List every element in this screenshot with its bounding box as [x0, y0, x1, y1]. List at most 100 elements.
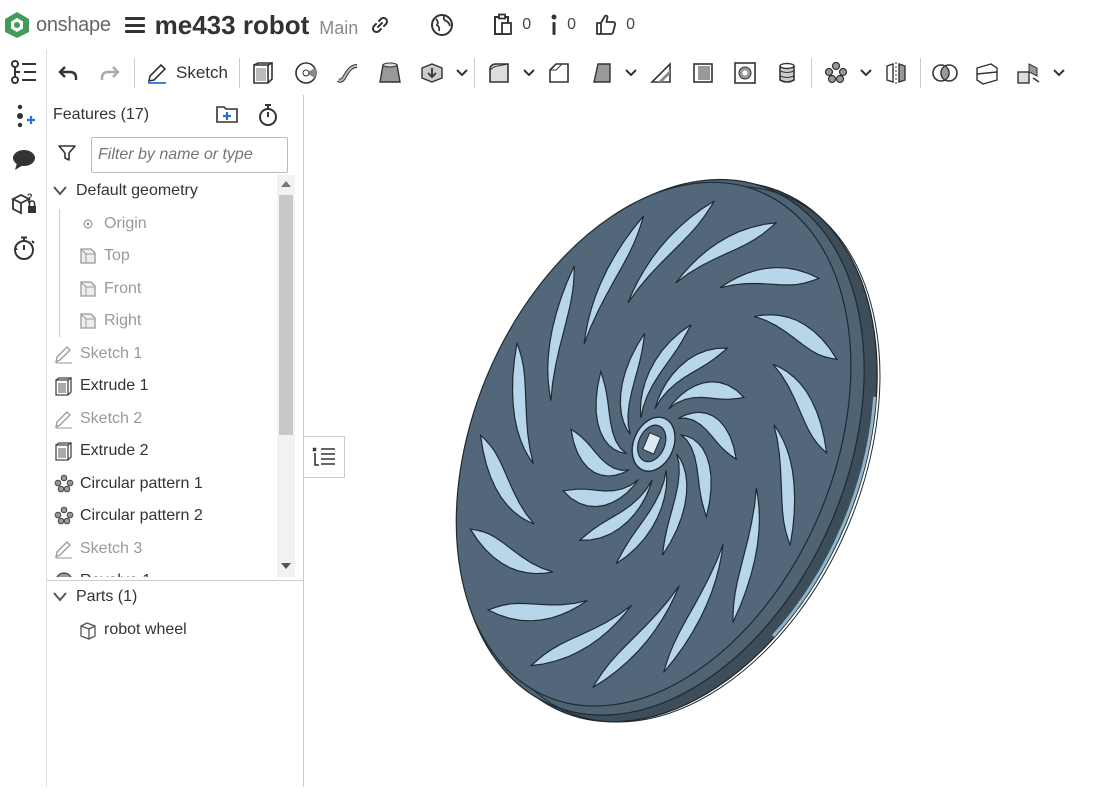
- undo-icon: [58, 65, 78, 80]
- feature-item-right[interactable]: Right: [47, 305, 277, 338]
- sketch-label: Sketch: [176, 62, 228, 82]
- feature-label: Circular pattern 1: [80, 474, 203, 492]
- rib-icon: [650, 61, 671, 83]
- point-add-icon: [16, 104, 35, 128]
- mirror-button[interactable]: [875, 55, 917, 91]
- pattern-dropdown[interactable]: [857, 68, 875, 77]
- hole-button[interactable]: [724, 55, 766, 91]
- fillet-button[interactable]: [478, 55, 520, 91]
- comment-icon: [12, 150, 35, 170]
- feature-item-sketch-3[interactable]: Sketch 3: [47, 533, 277, 566]
- fillet-icon: [489, 62, 509, 83]
- thumbs-up-icon: [596, 14, 617, 35]
- feature-item-origin[interactable]: Origin: [47, 208, 277, 241]
- filter-input[interactable]: [91, 137, 288, 173]
- rollback-stopwatch-icon[interactable]: [257, 103, 279, 127]
- feature-item-top[interactable]: Top: [47, 240, 277, 273]
- main-menu-button[interactable]: [124, 17, 145, 33]
- svg-text:?: ?: [27, 192, 33, 202]
- history-button[interactable]: [0, 226, 47, 270]
- revolve-button[interactable]: [285, 55, 327, 91]
- chevron-down-icon[interactable]: [53, 186, 67, 196]
- sketch-button[interactable]: Sketch: [138, 55, 236, 91]
- scroll-thumb[interactable]: [279, 195, 293, 435]
- feature-label: Origin: [104, 214, 147, 232]
- revolve-icon: [295, 61, 317, 84]
- extrude-icon: [253, 61, 273, 84]
- thicken-icon: [421, 62, 443, 83]
- redo-button[interactable]: [89, 55, 131, 91]
- scroll-up-arrow[interactable]: [281, 181, 291, 187]
- transform-button[interactable]: [1008, 55, 1050, 91]
- feature-item-sketch-2[interactable]: Sketch 2: [47, 403, 277, 436]
- feature-tree-scrollbar[interactable]: [277, 175, 295, 577]
- filter-icon[interactable]: [57, 143, 77, 168]
- toolbar-separator: [473, 57, 475, 88]
- parts-lock-button[interactable]: ?: [0, 182, 47, 226]
- feature-item-revolve-1[interactable]: Revolve 1: [47, 565, 277, 577]
- cylinder-button[interactable]: [766, 55, 808, 91]
- chamfer-button[interactable]: [538, 55, 580, 91]
- sketch-icon: [53, 409, 75, 429]
- graphics-viewport[interactable]: [304, 95, 1097, 787]
- parts-group[interactable]: Parts (1): [47, 581, 303, 614]
- feature-item-front[interactable]: Front: [47, 273, 277, 306]
- likes-stat[interactable]: 0: [594, 13, 635, 37]
- pencil-icon: [147, 63, 167, 84]
- clipboard-stat[interactable]: 0: [492, 13, 531, 37]
- pattern-icon: [53, 506, 75, 526]
- transform-dropdown[interactable]: [1050, 68, 1068, 77]
- draft-button[interactable]: [580, 55, 622, 91]
- cylinder-icon: [779, 62, 795, 83]
- mate-connector-button[interactable]: [0, 94, 47, 138]
- draft-dropdown[interactable]: [622, 68, 640, 77]
- loft-icon: [379, 62, 401, 83]
- comments-button[interactable]: [0, 138, 47, 182]
- robot-wheel-model[interactable]: [304, 95, 1097, 787]
- feature-toolbar: Sketch: [47, 50, 1097, 95]
- plane-icon: [77, 311, 99, 331]
- feature-item-extrude-1[interactable]: Extrude 1: [47, 370, 277, 403]
- undo-button[interactable]: [47, 55, 89, 91]
- hole-icon: [734, 61, 756, 84]
- loft-button[interactable]: [369, 55, 411, 91]
- toolbar-separator: [919, 57, 921, 88]
- public-globe-icon[interactable]: [430, 13, 462, 37]
- info-stat[interactable]: 0: [549, 13, 576, 37]
- shell-button[interactable]: [682, 55, 724, 91]
- fillet-dropdown[interactable]: [520, 68, 538, 77]
- pattern-button[interactable]: [815, 55, 857, 91]
- more-features-dropdown[interactable]: [453, 68, 471, 77]
- link-icon[interactable]: [370, 15, 390, 40]
- default-geometry-group[interactable]: Default geometry: [47, 175, 277, 208]
- scroll-down-arrow[interactable]: [281, 563, 291, 569]
- thicken-button[interactable]: [411, 55, 453, 91]
- sketch-icon: [53, 344, 75, 364]
- boolean-icon: [932, 63, 958, 82]
- list-view-toggle[interactable]: [304, 436, 345, 478]
- onshape-logo[interactable]: onshape: [4, 11, 111, 39]
- sweep-button[interactable]: [327, 55, 369, 91]
- extrude-icon: [53, 376, 75, 396]
- revolve-icon: [53, 571, 75, 577]
- feature-item-sketch-1[interactable]: Sketch 1: [47, 338, 277, 371]
- extrude-button[interactable]: [243, 55, 285, 91]
- rib-button[interactable]: [640, 55, 682, 91]
- likes-count: 0: [626, 16, 635, 33]
- clipboard-count: 0: [522, 16, 532, 33]
- feature-item-circular-pattern-2[interactable]: Circular pattern 2: [47, 500, 277, 533]
- boolean-button[interactable]: [924, 55, 966, 91]
- feature-item-extrude-2[interactable]: Extrude 2: [47, 435, 277, 468]
- feature-label: Front: [104, 279, 142, 297]
- chevron-down-icon: [625, 68, 637, 76]
- add-folder-icon[interactable]: [215, 103, 239, 125]
- branch-label[interactable]: Main: [319, 18, 358, 39]
- document-title[interactable]: me433 robot: [155, 10, 310, 41]
- clipboard-icon: [494, 13, 513, 35]
- split-button[interactable]: [966, 55, 1008, 91]
- chevron-down-icon[interactable]: [53, 592, 67, 602]
- feature-item-circular-pattern-1[interactable]: Circular pattern 1: [47, 468, 277, 501]
- onshape-logo-icon: [5, 12, 29, 38]
- part-item[interactable]: robot wheel: [47, 614, 303, 647]
- feature-list-toggle[interactable]: [0, 50, 47, 94]
